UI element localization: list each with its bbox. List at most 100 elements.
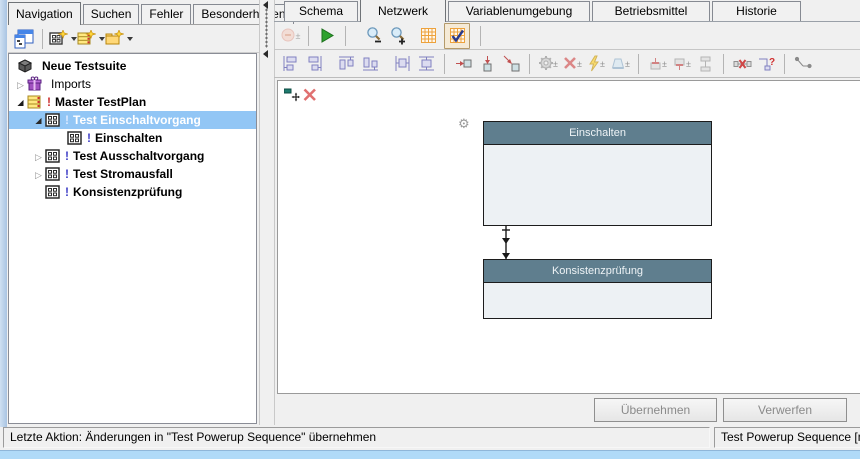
tree-item-neue-testsuite[interactable]: Neue Testsuite — [9, 57, 256, 75]
zoom-out-icon — [365, 26, 384, 45]
tree-item-label: Neue Testsuite — [42, 57, 126, 75]
node-einschalten[interactable]: Einschalten — [483, 121, 712, 226]
run-button[interactable] — [315, 24, 339, 48]
toolbar-separator — [42, 29, 43, 49]
testcase-icon — [44, 148, 61, 164]
grid-icon — [420, 27, 437, 44]
tree-item-test-ausschaltvorgang[interactable]: !Test Ausschaltvorgang — [9, 147, 256, 165]
tree-item-label: Test Ausschaltvorgang — [73, 147, 204, 165]
testcase-icon — [66, 130, 83, 146]
delete-button[interactable] — [560, 52, 584, 76]
lamp-button[interactable] — [608, 52, 632, 76]
tab-betriebsmittel[interactable]: Betriebsmittel — [592, 1, 710, 21]
link-nodes-button[interactable] — [693, 52, 717, 76]
toolbar-separator — [723, 54, 724, 74]
toolbar-separator — [784, 54, 785, 74]
align-top-button[interactable] — [334, 52, 358, 76]
new-testplan-button[interactable] — [77, 27, 105, 51]
pin-top-button[interactable] — [645, 52, 669, 76]
align-left-button[interactable] — [278, 52, 302, 76]
tree-item-label: Einschalten — [95, 129, 162, 147]
layout-toolbar: ? — [274, 50, 860, 78]
status-current-item: Test Powerup Sequence [n — [714, 427, 860, 448]
polyline-connector-button[interactable] — [791, 52, 815, 76]
tree-item-label: Konsistenzprüfung — [73, 183, 182, 201]
splitter-collapse-icon — [263, 50, 268, 58]
align-top-icon — [337, 54, 356, 73]
apply-button[interactable]: Übernehmen — [594, 398, 717, 422]
snap-right-button[interactable] — [451, 52, 475, 76]
new-testcase-button[interactable] — [49, 27, 77, 51]
zoom-in-button[interactable] — [386, 24, 410, 48]
tree-item-konsistenzpruefung[interactable]: !Konsistenzprüfung — [9, 183, 256, 201]
zoom-out-button[interactable] — [362, 24, 386, 48]
tree-item-einschalten[interactable]: !Einschalten — [9, 129, 256, 147]
new-folder-button[interactable] — [105, 27, 133, 51]
testsuite-tree: Neue Testsuite Imports !Master TestPlan … — [8, 53, 257, 424]
panel-splitter[interactable] — [259, 0, 275, 425]
show-navigation-window-button[interactable] — [12, 27, 36, 51]
tab-suchen[interactable]: Suchen — [83, 4, 140, 24]
tree-item-label: Test Einschaltvorgang — [73, 111, 201, 129]
edge-einschalten-konsistenzpruefung[interactable] — [499, 225, 513, 261]
tree-item-test-stromausfall[interactable]: !Test Stromausfall — [9, 165, 256, 183]
tree-item-imports[interactable]: Imports — [9, 75, 256, 93]
disconnect-button[interactable] — [730, 52, 754, 76]
snap-to-grid-button[interactable] — [444, 23, 470, 49]
expander-expanded-icon[interactable] — [15, 92, 26, 112]
red-x-icon — [303, 88, 317, 102]
svg-text:?: ? — [769, 57, 775, 68]
trigger-button[interactable] — [584, 52, 608, 76]
align-bottom-button[interactable] — [358, 52, 382, 76]
zoom-in-icon — [389, 26, 408, 45]
move-node-icon — [284, 88, 300, 103]
network-canvas[interactable]: ⚙ Einschalten Konsistenzprüfung — [277, 80, 860, 394]
delete-selection-tool[interactable] — [303, 88, 319, 103]
remove-step-button[interactable] — [278, 24, 302, 48]
testsuite-icon — [17, 58, 34, 74]
center-horizontal-button[interactable] — [390, 52, 414, 76]
tab-fehler[interactable]: Fehler — [141, 4, 191, 24]
snap-diagonal-button[interactable] — [499, 52, 523, 76]
center-vertical-button[interactable] — [414, 52, 438, 76]
tree-item-master-testplan[interactable]: !Master TestPlan — [9, 93, 256, 111]
snap-down-button[interactable] — [475, 52, 499, 76]
tree-item-label: Imports — [51, 75, 91, 93]
testplan-icon — [26, 94, 43, 110]
tab-netzwerk[interactable]: Netzwerk — [360, 0, 446, 22]
discard-button[interactable]: Verwerfen — [723, 398, 847, 422]
show-window-icon — [13, 28, 35, 50]
snap-diagonal-icon — [502, 54, 521, 73]
tab-schema[interactable]: Schema — [284, 1, 358, 21]
tab-historie[interactable]: Historie — [712, 1, 801, 21]
pin-top-icon — [647, 55, 663, 72]
tree-item-label: Test Stromausfall — [73, 165, 173, 183]
toolbar-separator — [308, 26, 309, 46]
align-left-icon — [281, 54, 300, 73]
expander-collapsed-icon[interactable] — [33, 165, 44, 184]
connection-unknown-button[interactable]: ? — [754, 52, 778, 76]
expander-collapsed-icon[interactable] — [15, 75, 26, 94]
settings-button[interactable] — [536, 52, 560, 76]
align-right-button[interactable] — [302, 52, 326, 76]
tab-navigation[interactable]: Navigation — [8, 2, 81, 25]
expander-expanded-icon[interactable] — [33, 110, 44, 130]
snap-to-grid-check-icon — [449, 27, 466, 44]
new-testcase-icon — [49, 30, 68, 47]
node-title[interactable]: Einschalten — [484, 122, 711, 145]
new-folder-icon — [105, 30, 124, 47]
toolbar-separator — [480, 26, 481, 46]
tab-variablenumgebung[interactable]: Variablenumgebung — [448, 1, 590, 21]
move-node-tool[interactable] — [284, 88, 300, 103]
pin-bottom-button[interactable] — [669, 52, 693, 76]
node-gear-icon[interactable]: ⚙ — [458, 117, 470, 130]
toolbar-separator — [345, 26, 346, 46]
node-title[interactable]: Konsistenzprüfung — [484, 260, 711, 283]
testcase-icon — [44, 112, 61, 128]
tree-item-test-einschaltvorgang[interactable]: !Test Einschaltvorgang — [9, 111, 256, 129]
left-tab-bar: Navigation Suchen Fehler Besonderheiten — [8, 1, 260, 25]
grid-button[interactable] — [416, 24, 440, 48]
node-konsistenzpruefung[interactable]: Konsistenzprüfung — [483, 259, 712, 319]
gear-icon — [538, 55, 554, 72]
expander-collapsed-icon[interactable] — [33, 147, 44, 166]
